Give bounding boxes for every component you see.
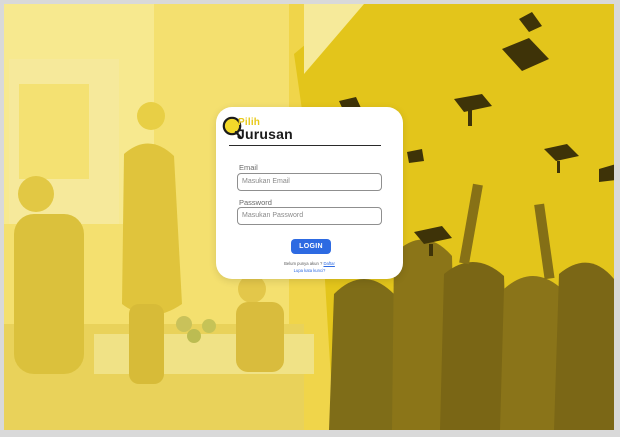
- pilih-jurusan-logo: Pilih Jurusan: [222, 116, 332, 146]
- forgot-password-link[interactable]: Lupa kata kunci?: [294, 268, 326, 273]
- password-label: Password: [239, 198, 272, 207]
- login-button[interactable]: LOGIN: [291, 239, 331, 254]
- password-field[interactable]: Masukan Password: [237, 207, 382, 225]
- forgot-password-line: Lupa kata kunci?: [216, 268, 403, 273]
- logo-text-jurusan: Jurusan: [237, 126, 293, 142]
- page-frame: Pilih Jurusan Email Masukan Email Passwo…: [4, 4, 614, 430]
- signup-prompt-line: Belum punya akun ? Daftar: [216, 261, 403, 266]
- signup-link[interactable]: Daftar: [323, 261, 334, 266]
- email-label: Email: [239, 163, 258, 172]
- logo-underline: [229, 145, 381, 146]
- email-field[interactable]: Masukan Email: [237, 173, 382, 191]
- signup-prompt-text: Belum punya akun ?: [284, 261, 323, 266]
- login-card: Pilih Jurusan Email Masukan Email Passwo…: [216, 107, 403, 279]
